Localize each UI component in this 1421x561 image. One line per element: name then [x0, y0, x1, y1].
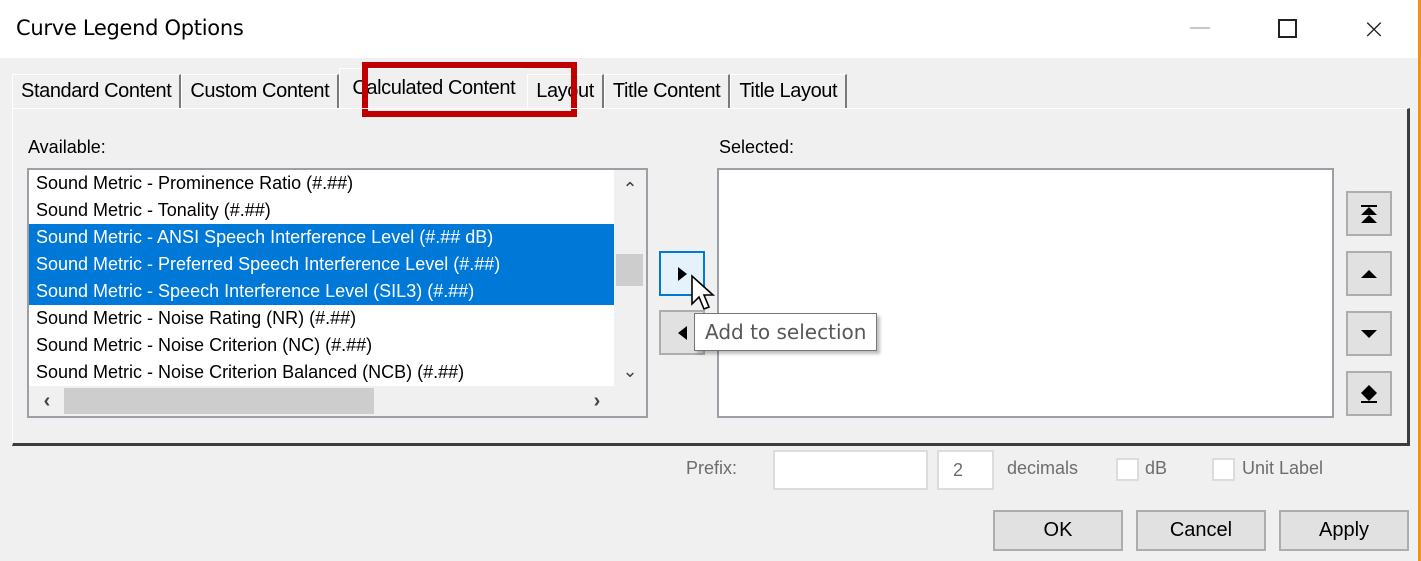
tab-title-content[interactable]: Title Content [603, 74, 731, 108]
move-down-icon [1361, 329, 1377, 338]
move-to-bottom-icon [1361, 392, 1377, 401]
ok-button[interactable]: OK [993, 510, 1123, 551]
list-item[interactable]: Sound Metric - Prominence Ratio (#.##) [29, 170, 614, 197]
list-item[interactable]: Sound Metric - Preferred Speech Interfer… [29, 251, 614, 278]
tab-standard-content[interactable]: Standard Content [12, 74, 182, 108]
available-label: Available: [28, 137, 106, 157]
available-items: Sound Metric - Prominence Ratio (#.##) S… [29, 170, 614, 386]
db-checkbox[interactable] [1116, 458, 1139, 481]
mouse-pointer-icon [691, 274, 716, 311]
scroll-up-icon[interactable]: ⌃ [614, 174, 646, 204]
list-item[interactable]: Sound Metric - Noise Rating (NR) (#.##) [29, 305, 614, 332]
arrow-icon [1361, 214, 1377, 223]
tab-custom-content[interactable]: Custom Content [181, 74, 340, 108]
title-bar: Curve Legend Options × [0, 0, 1418, 58]
tab-bar: Standard Content Custom Content Calculat… [12, 68, 848, 108]
curve-legend-options-dialog: Curve Legend Options × Standard Content … [0, 0, 1421, 561]
move-to-top-button[interactable] [1346, 191, 1392, 236]
move-up-button[interactable] [1346, 251, 1392, 296]
prefix-input[interactable] [773, 450, 928, 490]
scroll-left-icon[interactable]: ‹ [31, 386, 63, 416]
db-label: dB [1145, 458, 1168, 478]
selected-listbox[interactable] [717, 168, 1334, 418]
tooltip: Add to selection [694, 313, 878, 351]
list-item[interactable]: Sound Metric - Tonality (#.##) [29, 197, 614, 224]
window-title: Curve Legend Options [16, 16, 244, 40]
apply-button[interactable]: Apply [1279, 510, 1409, 551]
decimals-label: decimals [1007, 458, 1079, 478]
minimize-button[interactable] [1178, 10, 1222, 46]
list-item[interactable]: Sound Metric - Noise Criterion Balanced … [29, 359, 614, 386]
scroll-down-icon[interactable]: ⌄ [614, 356, 646, 386]
triangle-right-icon [677, 266, 687, 281]
prefix-label: Prefix: [686, 458, 738, 478]
arrow-icon [1361, 384, 1377, 393]
close-icon: × [1362, 11, 1386, 45]
move-up-icon [1361, 269, 1377, 278]
close-button[interactable]: × [1352, 10, 1396, 46]
selected-label: Selected: [719, 137, 795, 157]
scroll-right-icon[interactable]: › [581, 386, 613, 416]
tab-title-layout[interactable]: Title Layout [730, 74, 848, 108]
unit-label-checkbox[interactable] [1212, 458, 1235, 481]
move-down-button[interactable] [1346, 311, 1392, 356]
move-to-bottom-button[interactable] [1346, 371, 1392, 416]
move-to-top-icon [1361, 206, 1377, 215]
maximize-icon [1277, 18, 1297, 38]
list-item[interactable]: Sound Metric - Speech Interference Level… [29, 278, 614, 305]
horizontal-scroll-thumb[interactable] [64, 388, 374, 414]
cancel-button[interactable]: Cancel [1136, 510, 1266, 551]
available-listbox[interactable]: Sound Metric - Prominence Ratio (#.##) S… [27, 168, 648, 418]
maximize-button[interactable] [1265, 10, 1309, 46]
list-item[interactable]: Sound Metric - ANSI Speech Interference … [29, 224, 614, 251]
vertical-scroll-thumb[interactable] [616, 254, 643, 286]
decimals-input[interactable]: 2 [937, 450, 994, 490]
vertical-scrollbar[interactable]: ⌃ ⌄ [614, 170, 646, 386]
tab-layout[interactable]: Layout [527, 74, 604, 108]
list-item[interactable]: Sound Metric - Noise Criterion (NC) (#.#… [29, 332, 614, 359]
horizontal-scrollbar[interactable]: ‹ › [29, 386, 646, 416]
triangle-left-icon [677, 325, 687, 340]
minimize-icon [1190, 27, 1210, 29]
bar-icon [1361, 400, 1377, 403]
unit-label-label: Unit Label [1242, 458, 1324, 478]
tab-calculated-content[interactable]: Calculated Content [339, 68, 528, 108]
